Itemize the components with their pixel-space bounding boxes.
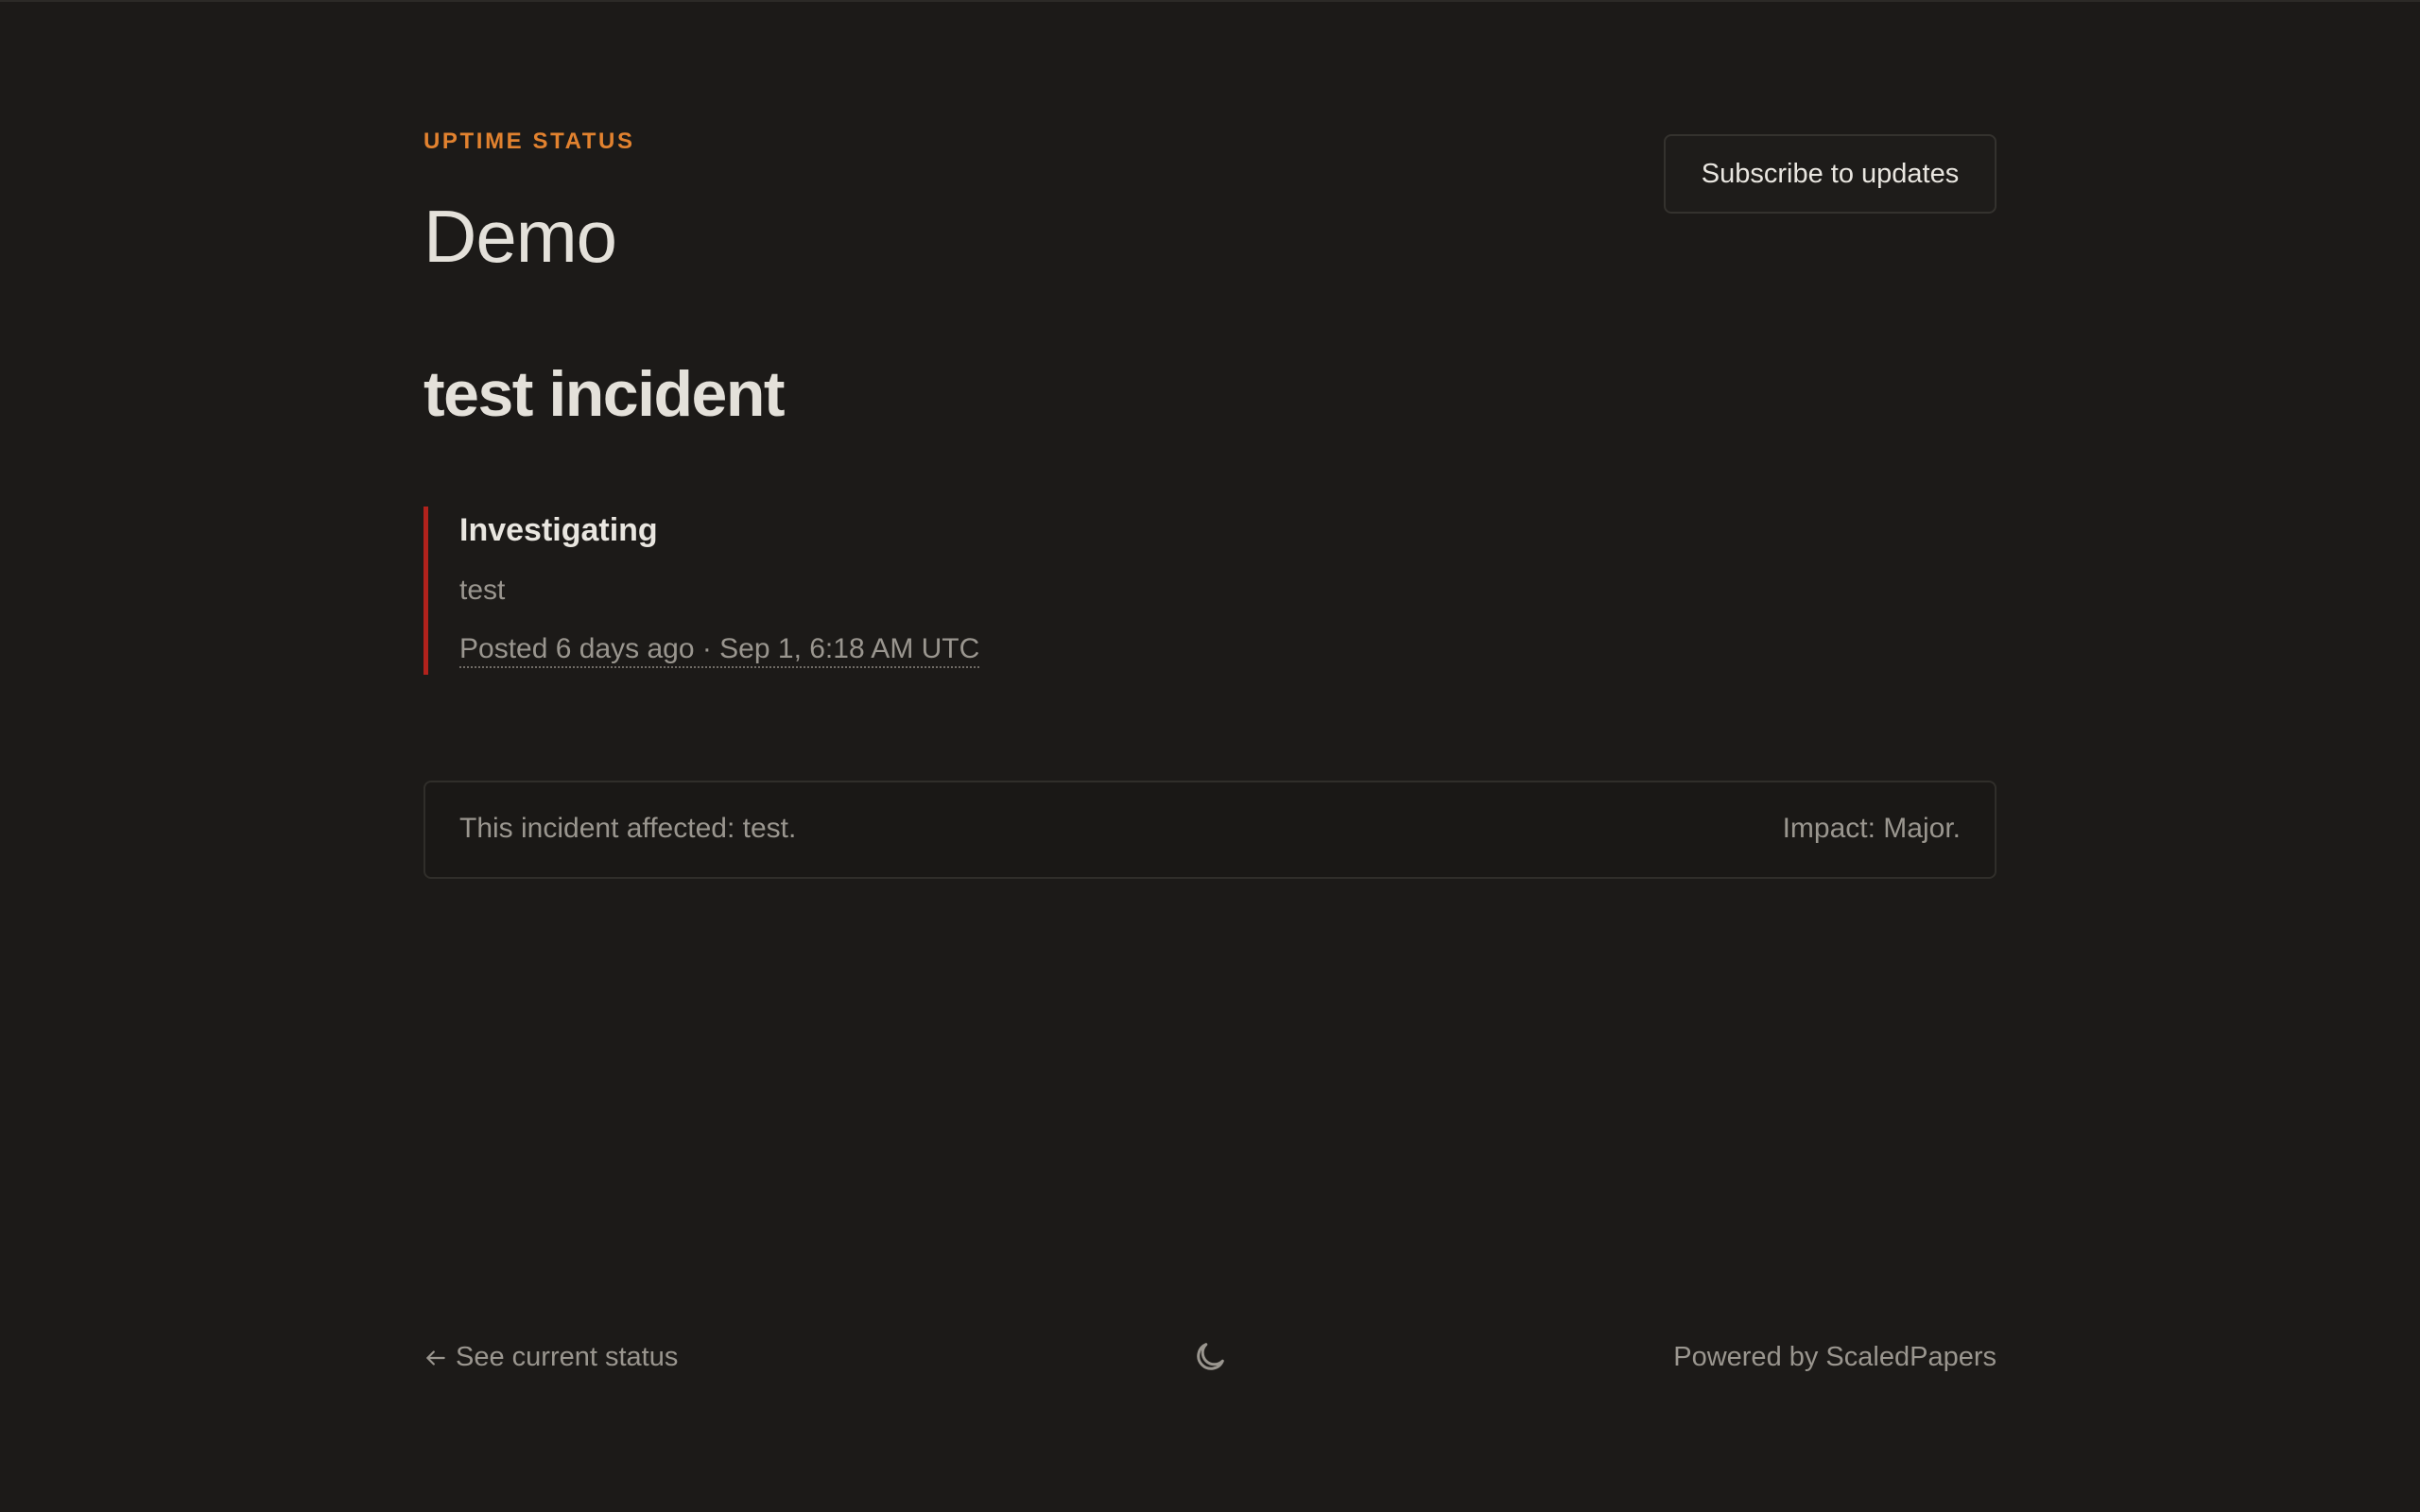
impact-level: Impact: Major. xyxy=(1782,813,1961,844)
subscribe-button[interactable]: Subscribe to updates xyxy=(1664,134,1996,214)
status-bar-major xyxy=(424,507,428,675)
moon-icon[interactable] xyxy=(1191,1338,1229,1376)
impact-summary: This incident affected: test. Impact: Ma… xyxy=(424,781,1996,879)
page-container: UPTIME STATUS Demo Subscribe to updates … xyxy=(424,0,1996,1512)
page-title[interactable]: Demo xyxy=(424,193,617,280)
update-timestamp[interactable]: Posted 6 days ago · Sep 1, 6:18 AM UTC xyxy=(459,633,980,668)
update-status: Investigating xyxy=(459,512,658,548)
page-eyebrow: UPTIME STATUS xyxy=(424,129,635,154)
see-current-status-label: See current status xyxy=(456,1342,679,1372)
incident-update: Investigating test Posted 6 days ago · S… xyxy=(424,507,1274,675)
update-body: test xyxy=(459,575,506,606)
powered-by-link[interactable]: Powered by ScaledPapers xyxy=(1673,1342,1996,1373)
see-current-status-link[interactable]: See current status xyxy=(424,1342,678,1373)
incident-title: test incident xyxy=(424,358,786,430)
arrow-left-icon xyxy=(426,1349,445,1366)
affected-components: This incident affected: test. xyxy=(459,813,797,844)
